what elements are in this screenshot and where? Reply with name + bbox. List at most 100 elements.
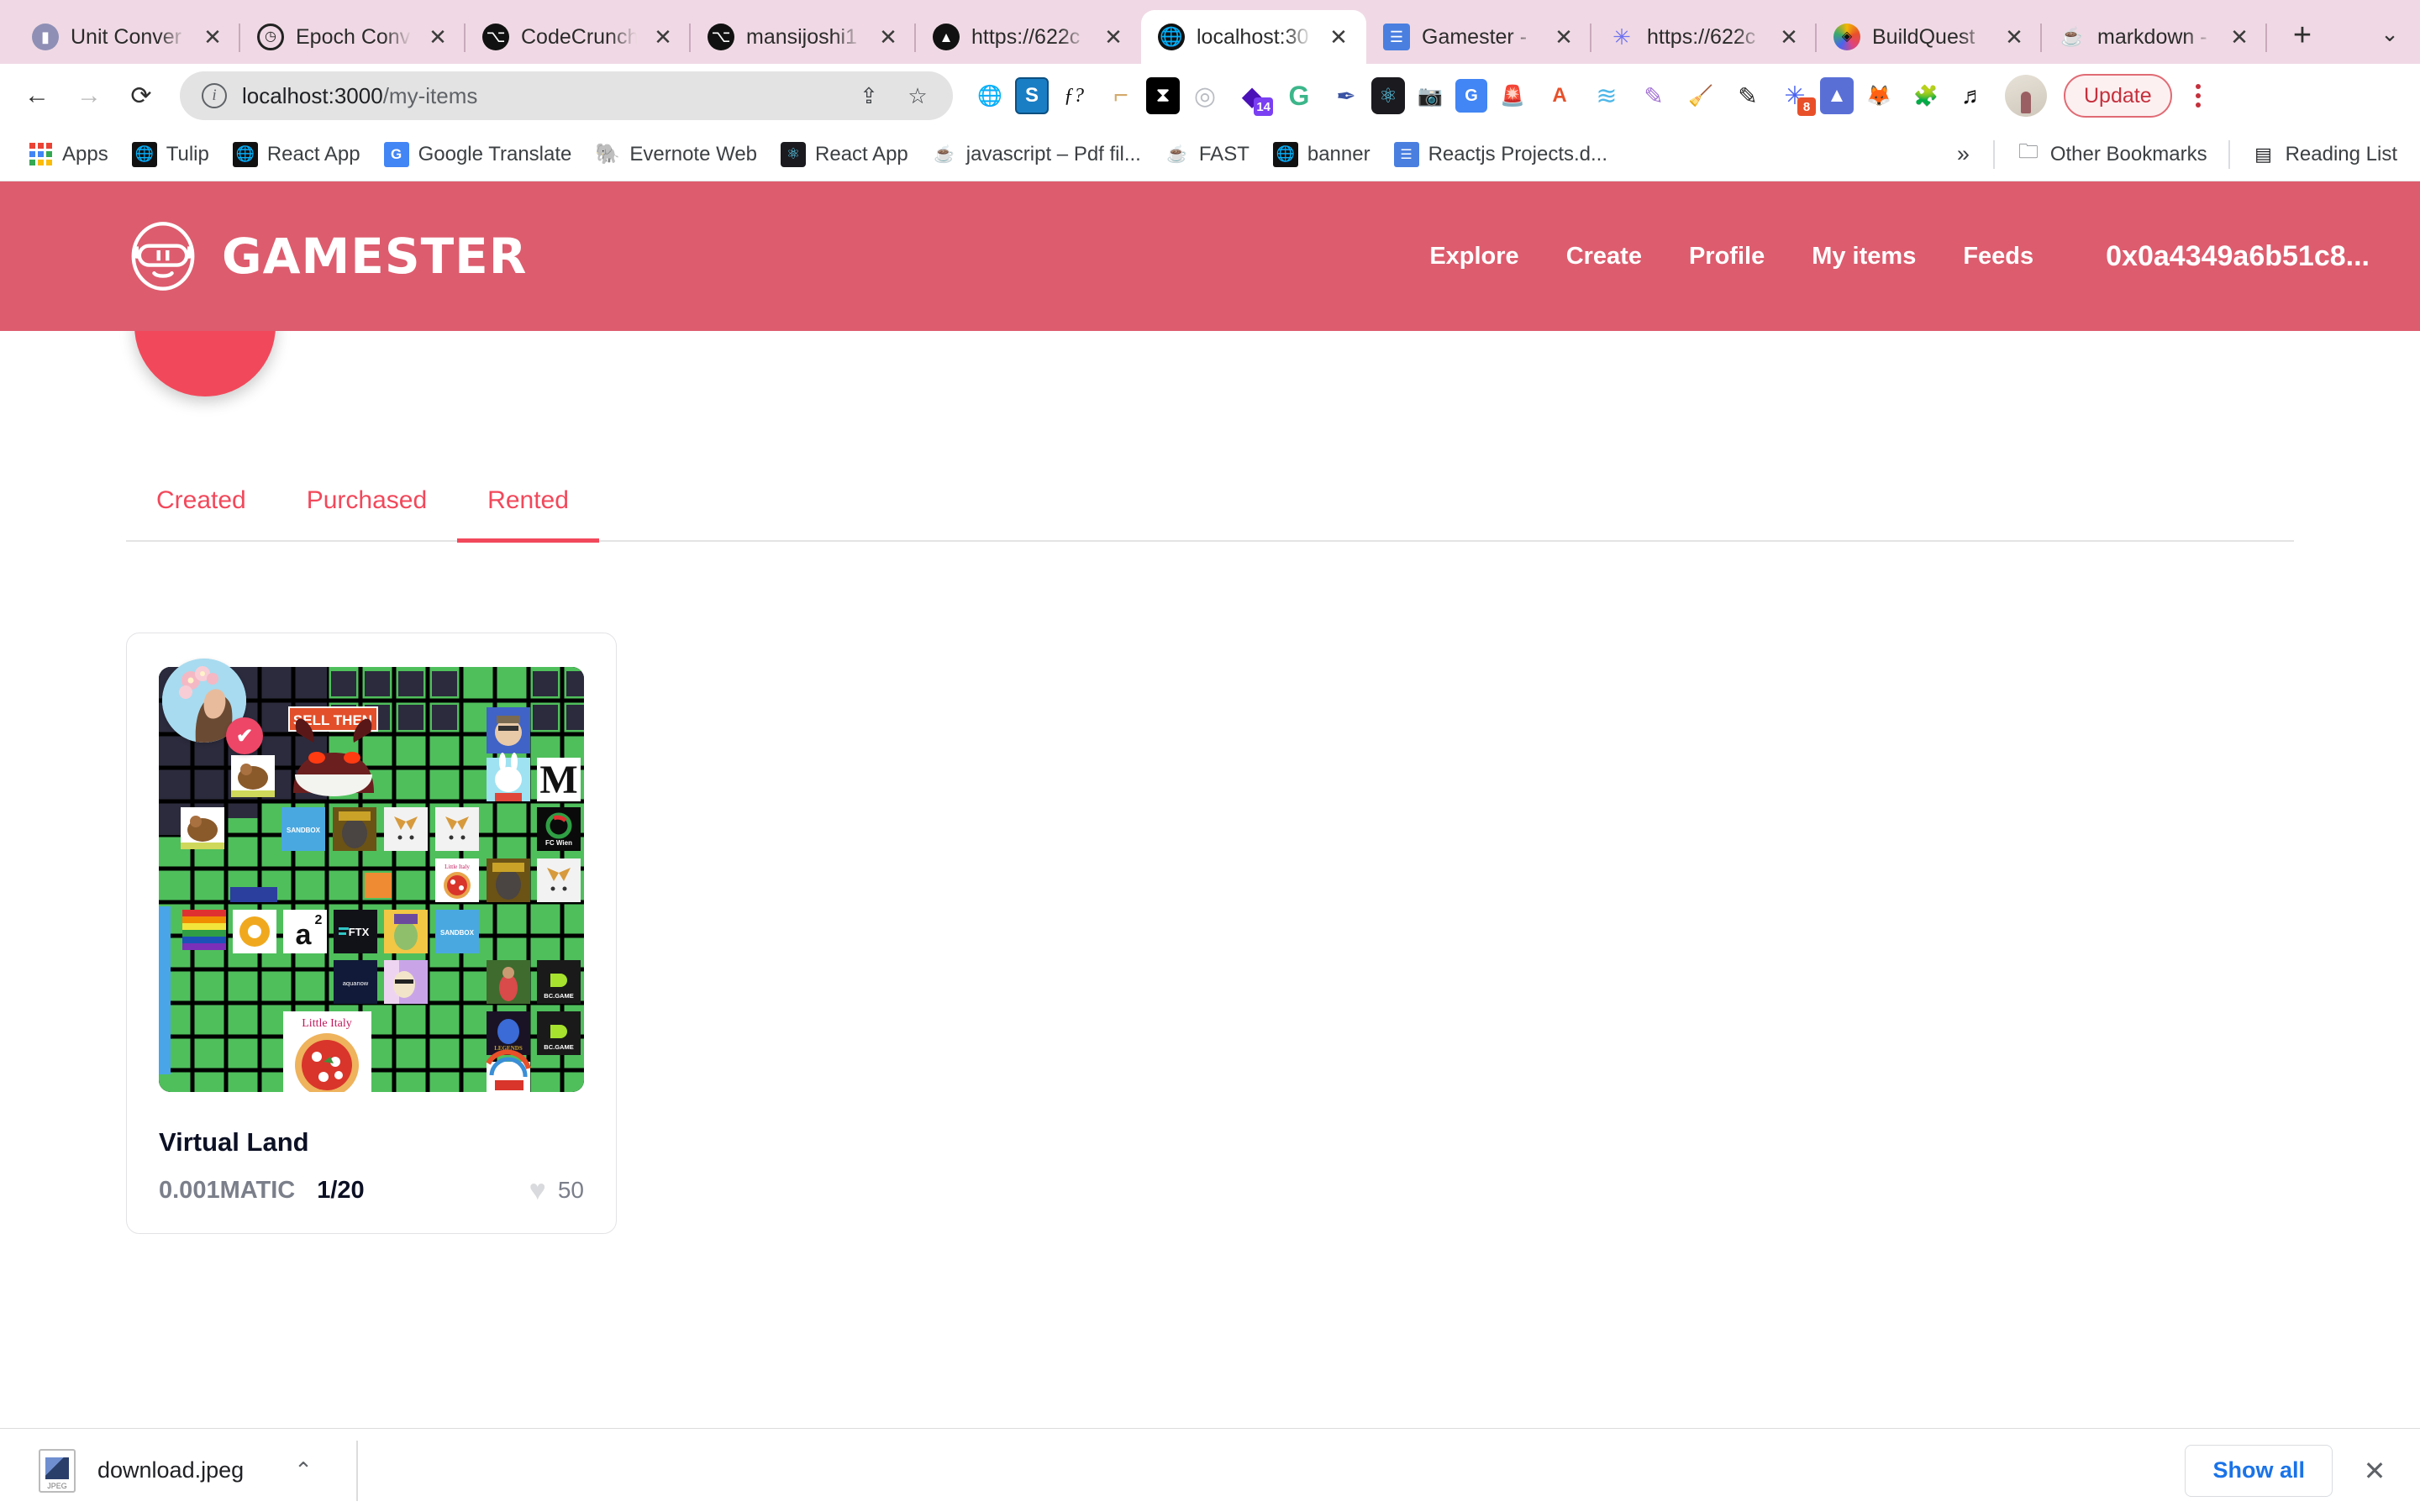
nav-link-explore[interactable]: Explore — [1429, 243, 1518, 270]
nav-link-feeds[interactable]: Feeds — [1963, 243, 2033, 270]
site-logo[interactable]: GAMESTER — [126, 219, 527, 293]
tab-rented[interactable]: Rented — [457, 486, 599, 543]
vercel-favicon: ▲ — [933, 24, 960, 50]
gatsby-extension-icon[interactable]: ✳ 8 — [1773, 74, 1817, 118]
star-icon[interactable]: ☆ — [901, 79, 934, 113]
wallet-address[interactable]: 0x0a4349a6b51c8... — [2106, 240, 2370, 273]
bookmark-google-translate[interactable]: G Google Translate — [375, 137, 581, 172]
show-all-downloads-button[interactable]: Show all — [2185, 1444, 2333, 1497]
back-button[interactable]: ← — [13, 72, 60, 119]
close-shelf-icon[interactable]: ✕ — [2351, 1447, 2398, 1494]
chevron-up-icon[interactable]: ⌃ — [294, 1457, 313, 1483]
address-bar[interactable]: i localhost:3000/my-items ⇪ ☆ — [180, 71, 953, 120]
vercel-extension-icon[interactable]: ▲ — [1820, 77, 1854, 114]
playlist-extension-icon[interactable]: ♬ — [1951, 74, 1995, 118]
tab-created[interactable]: Created — [126, 486, 276, 540]
close-icon[interactable]: ✕ — [2225, 23, 2254, 51]
jpeg-file-icon: JPEG — [39, 1448, 76, 1493]
close-icon[interactable]: ✕ — [649, 23, 677, 51]
update-button[interactable]: Update — [2064, 74, 2172, 118]
close-icon[interactable]: ✕ — [1775, 23, 1803, 51]
broom-extension-icon[interactable]: 🧹 — [1679, 74, 1723, 118]
forward-button[interactable]: → — [66, 72, 113, 119]
puzzle-extension-icon[interactable]: 🧩 — [1904, 74, 1948, 118]
nft-card[interactable]: ✔ SELL THEN M SANDBOX FC Wien Little Ita… — [126, 633, 617, 1234]
nav-link-create[interactable]: Create — [1566, 243, 1642, 270]
reading-list-button[interactable]: ▤ Reading List — [2242, 137, 2407, 172]
close-icon[interactable]: ✕ — [424, 23, 452, 51]
atom-extension-icon[interactable]: ◎ — [1183, 74, 1227, 118]
chart-favicon: ▮ — [32, 24, 59, 50]
address-bar-url: localhost:3000/my-items — [242, 83, 837, 109]
close-icon[interactable]: ✕ — [198, 23, 227, 51]
bookmark-fast[interactable]: ☕ FAST — [1155, 137, 1259, 172]
bookmark-javascript-pdf[interactable]: ☕ javascript – Pdf fil... — [923, 137, 1150, 172]
share-icon[interactable]: ⇪ — [852, 79, 886, 113]
download-item[interactable]: JPEG download.jpeg ⌃ — [30, 1440, 331, 1502]
pocket-extension-icon[interactable]: ◆ 14 — [1230, 74, 1274, 118]
bookmark-tulip[interactable]: 🌐 Tulip — [123, 137, 218, 172]
notes-extension-icon[interactable]: ✎ — [1726, 74, 1770, 118]
lighthouse-extension-icon[interactable]: 🚨 — [1491, 74, 1534, 118]
ruler-extension-icon[interactable]: ⌐ — [1099, 74, 1143, 118]
browser-tab-9[interactable]: ◈ BuildQuest ✕ — [1817, 10, 2042, 64]
close-icon[interactable]: ✕ — [2000, 23, 2028, 51]
bookmark-react-app-1[interactable]: 🌐 React App — [224, 137, 370, 172]
divider — [355, 1440, 358, 1501]
tab-purchased[interactable]: Purchased — [276, 486, 457, 540]
feather-extension-icon[interactable]: ✎ — [1632, 74, 1676, 118]
browser-tab-1[interactable]: ▮ Unit Conver ✕ — [15, 10, 240, 64]
globe-extension-icon[interactable]: 🌐 — [968, 74, 1012, 118]
tab-title: Epoch Conv — [296, 24, 411, 49]
new-tab-button[interactable]: + — [2279, 12, 2326, 59]
tab-title: mansijoshi1 — [746, 24, 858, 49]
screenshot-extension-icon[interactable]: 📷 — [1408, 74, 1452, 118]
nav-link-profile[interactable]: Profile — [1689, 243, 1765, 270]
chevron-down-icon[interactable]: ⌄ — [2366, 10, 2413, 57]
browser-tab-10[interactable]: ☕ markdown - ✕ — [2042, 10, 2267, 64]
download-shelf: JPEG download.jpeg ⌃ Show all ✕ — [0, 1428, 2420, 1512]
close-icon[interactable]: ✕ — [1324, 23, 1353, 51]
browser-tab-5[interactable]: ▲ https://622c ✕ — [916, 10, 1141, 64]
reload-button[interactable]: ⟳ — [118, 72, 165, 119]
adobe-extension-icon[interactable]: A — [1538, 74, 1581, 118]
eyedropper-extension-icon[interactable]: ✒ — [1324, 74, 1368, 118]
browser-tab-7[interactable]: ☰ Gamester - ✕ — [1366, 10, 1591, 64]
nav-link-my-items[interactable]: My items — [1812, 243, 1916, 270]
browser-tab-8[interactable]: ✳ https://622c ✕ — [1591, 10, 1817, 64]
react-devtools-extension-icon[interactable]: ⚛ — [1371, 77, 1405, 114]
google-translate-extension-icon[interactable]: G — [1455, 79, 1487, 113]
scribd-extension-icon[interactable]: S — [1015, 77, 1049, 114]
mathjax-extension-icon[interactable]: ƒ? — [1052, 74, 1096, 118]
metamask-extension-icon[interactable]: 🦊 — [1857, 74, 1901, 118]
bookmark-react-app-2[interactable]: ⚛ React App — [771, 137, 918, 172]
bookmark-label: React App — [815, 142, 908, 165]
grammarly-extension-icon[interactable]: G — [1277, 74, 1321, 118]
tab-title: Unit Conver — [71, 24, 182, 49]
browser-tab-3[interactable]: ⌥ CodeCrunch ✕ — [466, 10, 691, 64]
measure-extension-icon[interactable]: ⧗ — [1146, 77, 1180, 114]
heart-icon[interactable]: ♥ — [529, 1176, 546, 1205]
browser-menu-button[interactable] — [2177, 73, 2219, 118]
bookmark-apps[interactable]: Apps — [18, 137, 118, 172]
nft-likes[interactable]: ♥ 50 — [529, 1176, 584, 1205]
wifi-extension-icon[interactable]: ≋ — [1585, 74, 1628, 118]
svg-text:BC.GAME: BC.GAME — [544, 992, 573, 1000]
bookmarks-overflow-button[interactable]: » — [1945, 141, 1981, 167]
browser-tab-6-active[interactable]: 🌐 localhost:30 ✕ — [1141, 10, 1366, 64]
svg-text:Little Italy: Little Italy — [445, 864, 470, 870]
browser-tab-2[interactable]: ◷ Epoch Conv ✕ — [240, 10, 466, 64]
avatar[interactable] — [2005, 75, 2047, 117]
bookmark-evernote[interactable]: 🐘 Evernote Web — [586, 137, 766, 172]
bookmark-reactjs-projects[interactable]: ☰ Reactjs Projects.d... — [1385, 137, 1617, 172]
site-info-icon[interactable]: i — [202, 83, 227, 108]
svg-text:SANDBOX: SANDBOX — [287, 827, 321, 834]
items-grid: ✔ SELL THEN M SANDBOX FC Wien Little Ita… — [0, 542, 2420, 1234]
browser-tab-4[interactable]: ⌥ mansijoshi1 ✕ — [691, 10, 916, 64]
bookmark-banner[interactable]: 🌐 banner — [1264, 137, 1380, 172]
close-icon[interactable]: ✕ — [1549, 23, 1578, 51]
close-icon[interactable]: ✕ — [1099, 23, 1128, 51]
close-icon[interactable]: ✕ — [874, 23, 902, 51]
bookmark-label: Apps — [62, 142, 108, 165]
other-bookmarks-button[interactable]: 🗀 Other Bookmarks — [2007, 137, 2217, 172]
